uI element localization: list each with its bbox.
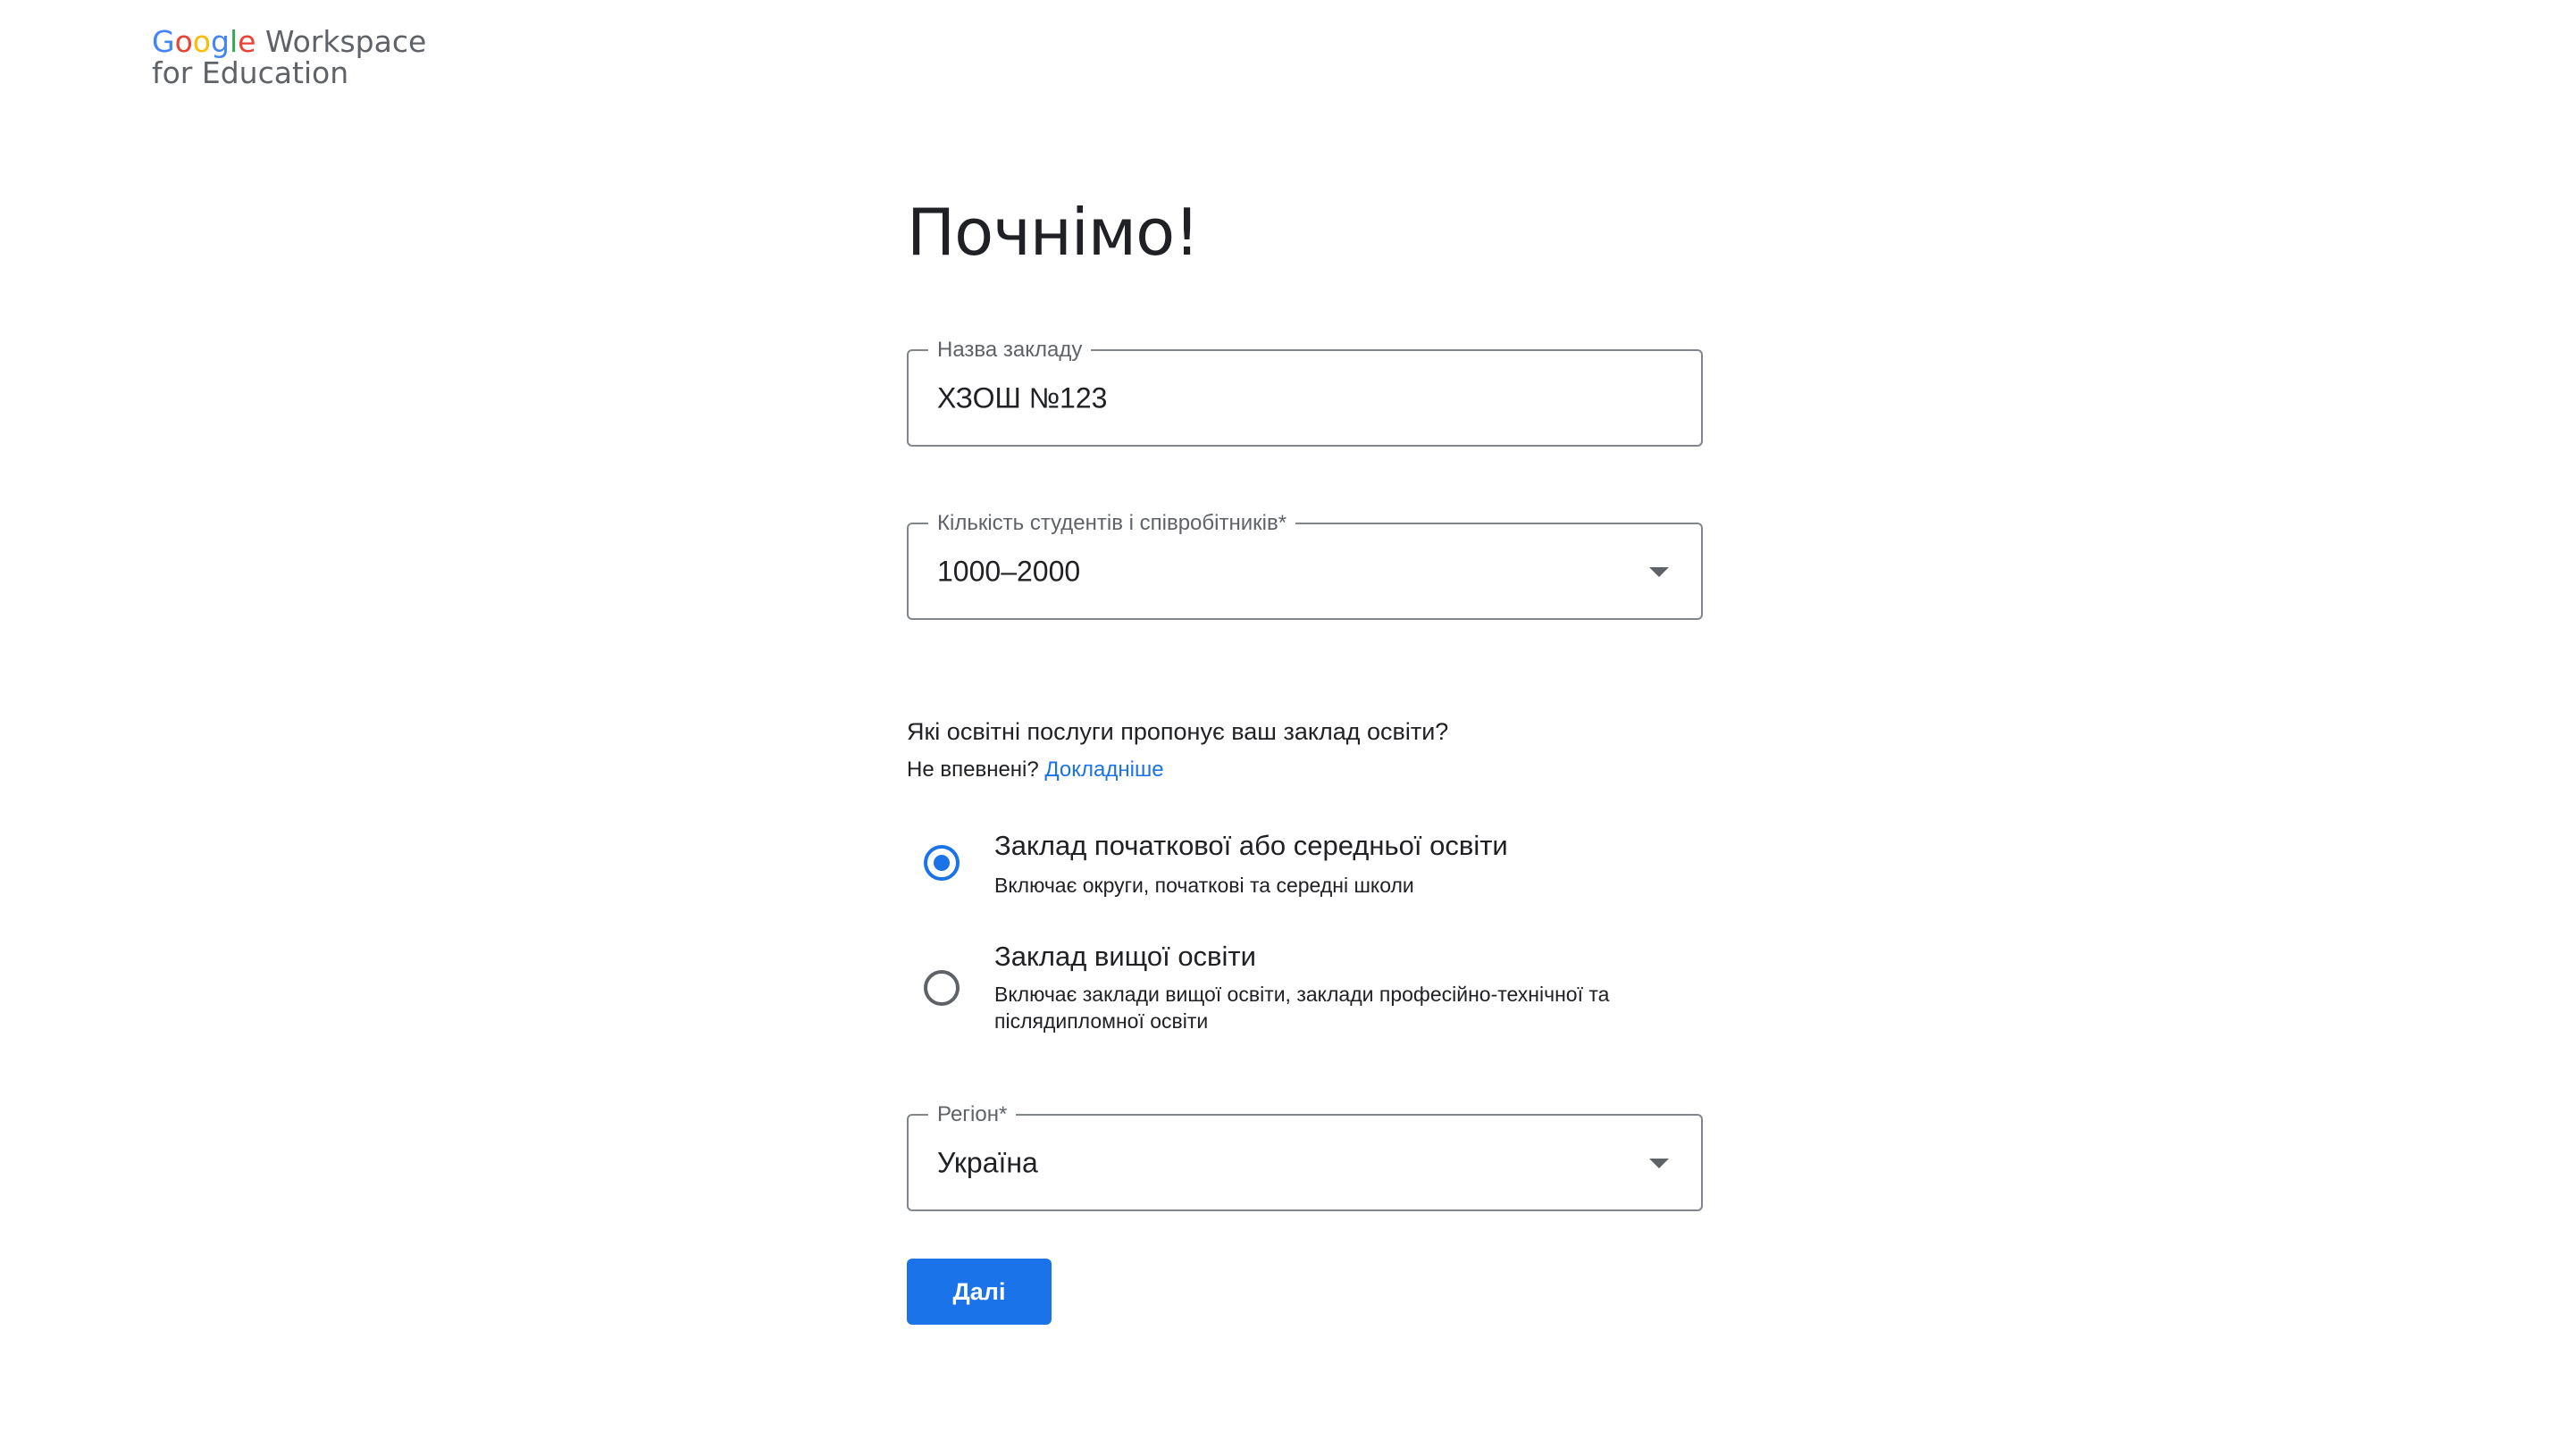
radio-higher-ed-title: Заклад вищої освіти: [994, 941, 1256, 972]
headcount-value: 1000–2000: [937, 555, 1081, 587]
learn-more-link[interactable]: Докладніше: [1044, 757, 1163, 782]
headcount-label: Кількість студентів і співробітників*: [928, 511, 1296, 536]
institution-name-label: Назва закладу: [928, 338, 1092, 363]
dropdown-arrow-icon: [1649, 566, 1669, 577]
region-label: Регіон*: [928, 1102, 1017, 1127]
region-value: Україна: [937, 1146, 1038, 1178]
radio-unchecked-icon[interactable]: [924, 970, 960, 1006]
radio-option-k12[interactable]: Заклад початкової або середньої освіти В…: [907, 825, 1703, 906]
dropdown-arrow-icon: [1649, 1158, 1669, 1168]
hint-text: Не впевнені?: [907, 757, 1039, 782]
page-title: Почнімо!: [907, 195, 1200, 270]
google-workspace-for-education-logo: Google Workspace for Education: [152, 24, 427, 90]
region-select[interactable]: Регіон* Україна: [907, 1102, 1703, 1211]
logo-product: Workspace: [256, 24, 427, 59]
radio-k12-description: Включає округи, початкові та середні шко…: [994, 874, 1414, 897]
logo-subtitle: for Education: [152, 54, 349, 90]
services-hint: Не впевнені? Докладніше: [907, 757, 1164, 782]
radio-option-higher-ed[interactable]: Заклад вищої освіти Включає заклади вищо…: [907, 936, 1703, 1043]
services-question: Які освітні послуги пропонує ваш заклад …: [907, 718, 1449, 745]
radio-higher-ed-description: Включає заклади вищої освіти, заклади пр…: [994, 983, 1610, 1033]
next-button[interactable]: Далі: [907, 1259, 1052, 1325]
radio-k12-title: Заклад початкової або середньої освіти: [994, 830, 1508, 861]
institution-name-value: ХЗОШ №123: [937, 381, 1108, 414]
institution-name-field[interactable]: Назва закладу ХЗОШ №123: [907, 338, 1703, 447]
radio-checked-icon[interactable]: [924, 845, 960, 881]
logo-wordmark: Google Workspace: [152, 24, 427, 59]
headcount-select[interactable]: Кількість студентів і співробітників* 10…: [907, 511, 1703, 620]
